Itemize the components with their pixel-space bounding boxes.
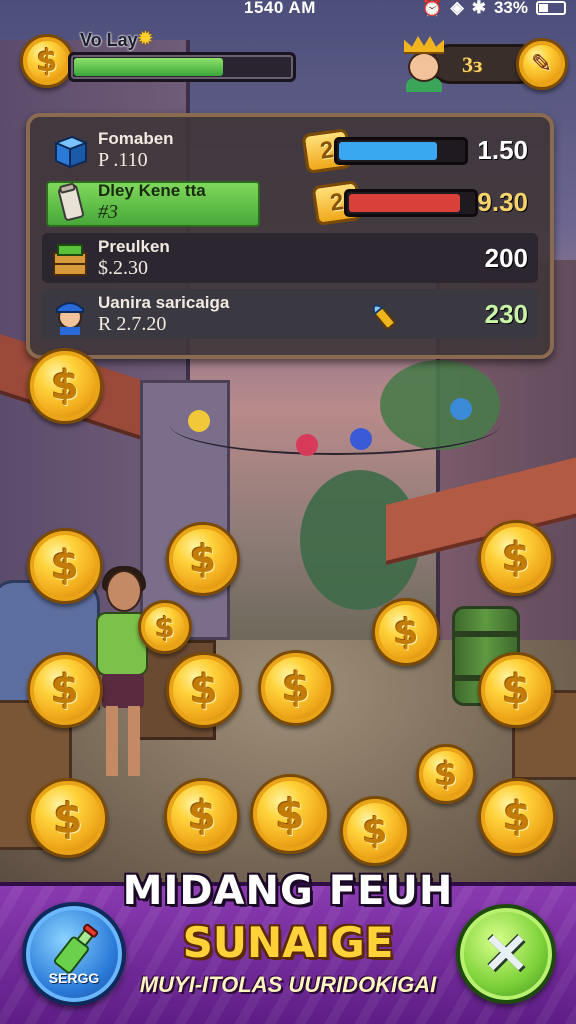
coin-pickup[interactable]: $ <box>258 650 334 726</box>
list-item[interactable]: Fomaben P .110 2 1.50 <box>42 125 538 175</box>
battle-button[interactable]: ✕ <box>456 904 556 1004</box>
crate-icon <box>53 244 87 276</box>
lantern <box>188 410 210 432</box>
coin-pickup[interactable]: $ <box>164 778 240 854</box>
wifi-icon: ◈ <box>450 0 464 17</box>
item-price: #3 <box>98 201 118 223</box>
potion-button-label: SERGG <box>48 970 100 986</box>
item-value: 1.50 <box>477 135 528 165</box>
crossed-swords-icon: ✕ <box>482 922 530 985</box>
coin-pickup[interactable]: $ <box>166 522 240 596</box>
bullet-icon <box>372 304 396 330</box>
blue-cube-icon <box>53 135 89 169</box>
coin-pickup[interactable]: $ <box>27 348 103 424</box>
coin-pickup[interactable]: $ <box>166 652 242 728</box>
police-avatar-icon <box>56 302 84 335</box>
item-value: 9.30 <box>477 187 528 217</box>
lantern <box>450 398 472 420</box>
item-title: Fomaben <box>98 129 174 148</box>
upgrade-list-panel: Fomaben P .110 2 1.50 Dley Kene tta #3 2… <box>26 113 554 359</box>
battery-percent: 33% <box>493 0 528 17</box>
lantern <box>296 434 318 456</box>
item-price: P .110 <box>98 149 148 171</box>
status-bar: 1540 AM ⏰ ◈ ✱ 33% <box>0 0 576 20</box>
coin-pickup[interactable]: $ <box>250 774 330 854</box>
currency-value: 3ɜ <box>462 52 483 77</box>
coin-pickup[interactable]: $ <box>372 598 440 666</box>
lantern <box>350 428 372 450</box>
upgrade-progress-bar <box>334 137 468 165</box>
list-item[interactable]: Dley Kene tta #3 2 9.30 <box>42 177 538 227</box>
list-item[interactable]: Preulken $.2.30 200 <box>42 233 538 283</box>
item-title: Dley Kene tta <box>98 181 206 200</box>
star-icon: ✹ <box>137 28 154 50</box>
scroll-icon <box>58 183 84 221</box>
coin-icon: $ <box>20 34 74 88</box>
coin-pickup[interactable]: $ <box>340 796 410 866</box>
pencil-icon[interactable]: ✎ <box>516 38 568 90</box>
coin-pickup[interactable]: $ <box>138 600 192 654</box>
item-price: R 2.7.20 <box>98 313 167 335</box>
upgrade-progress-fill <box>349 194 461 212</box>
coin-pickup[interactable]: $ <box>478 652 554 728</box>
item-price: $.2.30 <box>98 257 148 279</box>
item-value: 230 <box>484 299 528 329</box>
xp-progress-fill <box>74 58 224 76</box>
crown-icon <box>404 36 444 54</box>
status-time: 1540 AM <box>244 0 316 17</box>
upgrade-progress-bar <box>344 189 478 217</box>
battery-icon <box>536 1 566 15</box>
potion-button[interactable]: SERGG <box>22 902 126 1006</box>
item-title: Uanira saricaiga <box>98 293 230 312</box>
item-title: Preulken <box>98 237 170 256</box>
coin-pickup[interactable]: $ <box>27 652 103 728</box>
bluetooth-icon: ✱ <box>471 0 486 17</box>
player-avatar[interactable] <box>402 36 446 92</box>
item-value: 200 <box>484 243 528 273</box>
coin-pickup[interactable]: $ <box>416 744 476 804</box>
coin-pickup[interactable]: $ <box>478 520 554 596</box>
coin-pickup[interactable]: $ <box>28 778 108 858</box>
coin-pickup[interactable]: $ <box>27 528 103 604</box>
upgrade-progress-fill <box>339 142 438 160</box>
player-name: Vo Lay <box>80 30 138 50</box>
coin-pickup[interactable]: $ <box>478 778 556 856</box>
list-item[interactable]: Uanira saricaiga R 2.7.20 230 <box>42 289 538 339</box>
alarm-icon: ⏰ <box>421 0 443 17</box>
xp-progress-bar <box>68 52 296 82</box>
